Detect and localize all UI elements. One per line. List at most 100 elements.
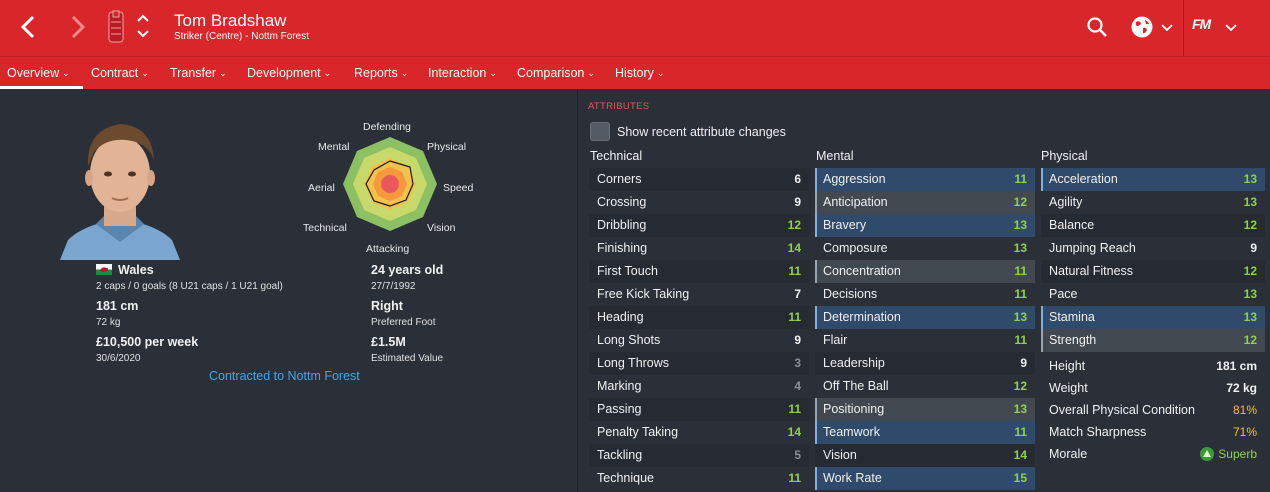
attribute-row[interactable]: Off The Ball 12 [815,375,1035,398]
attribute-row[interactable]: Vision 14 [815,444,1035,467]
height-value: 181 cm [96,299,139,313]
attributes-title: ATTRIBUTES [588,101,650,112]
wales-flag-icon [96,264,112,275]
forward-button[interactable] [60,10,94,44]
attribute-row[interactable]: Free Kick Taking 7 [589,283,809,306]
attribute-row[interactable]: Leadership 9 [815,352,1035,375]
mental-heading: Mental [816,149,854,163]
player-subtitle: Striker (Centre) - Nottm Forest [174,31,310,42]
physical-heading: Physical [1041,149,1088,163]
up-down-icon[interactable] [136,12,150,42]
back-icon [20,15,35,39]
attribute-row[interactable]: Positioning 13 [815,398,1035,421]
attribute-row[interactable]: Agility 13 [1041,191,1265,214]
radar-polygon [343,137,437,231]
active-tab-indicator [0,86,83,89]
attribute-row[interactable]: Balance 12 [1041,214,1265,237]
tab-menu: Overview ⌄ Contract ⌄ Transfer ⌄ Developmen… [0,56,1270,89]
attribute-row[interactable]: Decisions 11 [815,283,1035,306]
back-button[interactable] [12,10,46,44]
attribute-row[interactable]: Long Shots 9 [589,329,809,352]
mental-attributes: Aggression 11 Anticipation 12 Bravery 13 Co… [815,168,1035,490]
tab-development[interactable]: Development ⌄ [247,66,331,80]
radar-label-physical: Physical [427,141,467,153]
tab-history[interactable]: History ⌄ [615,66,664,80]
search-button[interactable] [1086,14,1108,40]
tab-transfer[interactable]: Transfer ⌄ [170,66,227,80]
search-icon [1087,17,1107,37]
physical-attributes: Acceleration 13 Agility 13 Balance 12 Jumpi… [1041,168,1265,352]
header-bar: Tom Bradshaw Striker (Centre) - Nottm Fo… [0,0,1270,56]
technical-attributes: Corners 6 Crossing 9 Dribbling 12 Finishing… [589,168,809,490]
globe-icon [1131,16,1153,38]
attribute-row[interactable]: Determination 13 [815,306,1035,329]
attribute-radar-chart: Defending Physical Speed Vision Attackin… [300,118,500,258]
morale-up-icon [1200,447,1215,461]
forward-icon [71,15,86,39]
attribute-row[interactable]: Strength 12 [1041,329,1265,352]
weight-value: 72 kg [96,317,121,328]
technical-heading: Technical [590,149,643,163]
player-photo [60,124,180,260]
show-changes-label[interactable]: Show recent attribute changes [617,125,786,139]
radar-label-technical: Technical [303,222,347,234]
attribute-row[interactable]: Penalty Taking 14 [589,421,809,444]
attribute-row[interactable]: Work Rate 15 [815,467,1035,490]
radar-label-defending: Defending [363,121,411,133]
attribute-row[interactable]: Acceleration 13 [1041,168,1265,191]
radar-label-aerial: Aerial [308,182,335,194]
tab-reports[interactable]: Reports ⌄ [354,66,408,80]
radar-label-attacking: Attacking [366,243,410,255]
attribute-row[interactable]: Corners 6 [589,168,809,191]
info-height: Height 181 cm [1049,359,1257,373]
contracted-club-link[interactable]: Contracted to Nottm Forest [209,369,360,383]
wage-value: £10,500 per week [96,335,199,349]
international-caps: 2 caps / 0 goals (8 U21 caps / 1 U21 goa… [96,281,283,292]
estimated-value: £1.5M [371,335,406,349]
player-name: Tom Bradshaw [174,11,287,30]
globe-menu-button[interactable] [1130,14,1173,40]
panel-divider [577,89,578,492]
tab-overview[interactable]: Overview ⌄ [7,66,70,80]
attribute-row[interactable]: Aggression 11 [815,168,1035,191]
preferred-foot-value: Right [371,299,403,313]
attribute-row[interactable]: Composure 13 [815,237,1035,260]
preferred-foot-label: Preferred Foot [371,317,436,328]
tab-interaction[interactable]: Interaction ⌄ [428,66,497,80]
show-changes-checkbox[interactable] [590,122,610,141]
attribute-row[interactable]: Bravery 13 [815,214,1035,237]
attribute-row[interactable]: Jumping Reach 9 [1041,237,1265,260]
attribute-row[interactable]: Natural Fitness 12 [1041,260,1265,283]
morale-value: Superb [1218,447,1257,461]
attribute-row[interactable]: Stamina 13 [1041,306,1265,329]
radar-label-mental: Mental [318,141,350,153]
attribute-row[interactable]: Teamwork 11 [815,421,1035,444]
info-physical-condition: Overall Physical Condition 81% [1049,403,1257,417]
attribute-row[interactable]: Anticipation 12 [815,191,1035,214]
attribute-row[interactable]: First Touch 11 [589,260,809,283]
attribute-row[interactable]: Pace 13 [1041,283,1265,306]
attribute-row[interactable]: Heading 11 [589,306,809,329]
attribute-row[interactable]: Finishing 14 [589,237,809,260]
nation-name[interactable]: Wales [118,263,154,277]
attribute-row[interactable]: Marking 4 [589,375,809,398]
chevron-down-icon [1161,24,1173,32]
tab-contract[interactable]: Contract ⌄ [91,66,149,80]
attribute-row[interactable]: Flair 11 [815,329,1035,352]
attribute-row[interactable]: Technique 11 [589,467,809,490]
header-separator [1183,0,1184,56]
attribute-row[interactable]: Passing 11 [589,398,809,421]
estimated-value-label: Estimated Value [371,353,444,364]
fm-logo[interactable]: FM [1192,16,1211,32]
attribute-row[interactable]: Tackling 5 [589,444,809,467]
radar-label-speed: Speed [443,182,474,194]
attribute-row[interactable]: Dribbling 12 [589,214,809,237]
attribute-row[interactable]: Crossing 9 [589,191,809,214]
chevron-down-icon[interactable] [1225,22,1237,32]
info-morale[interactable]: Morale Superb [1041,444,1265,466]
attribute-row[interactable]: Long Throws 3 [589,352,809,375]
attribute-row[interactable]: Concentration 11 [815,260,1035,283]
date-of-birth: 27/7/1992 [371,281,416,292]
club-crest-icon [108,10,124,43]
tab-comparison[interactable]: Comparison ⌄ [517,66,595,80]
